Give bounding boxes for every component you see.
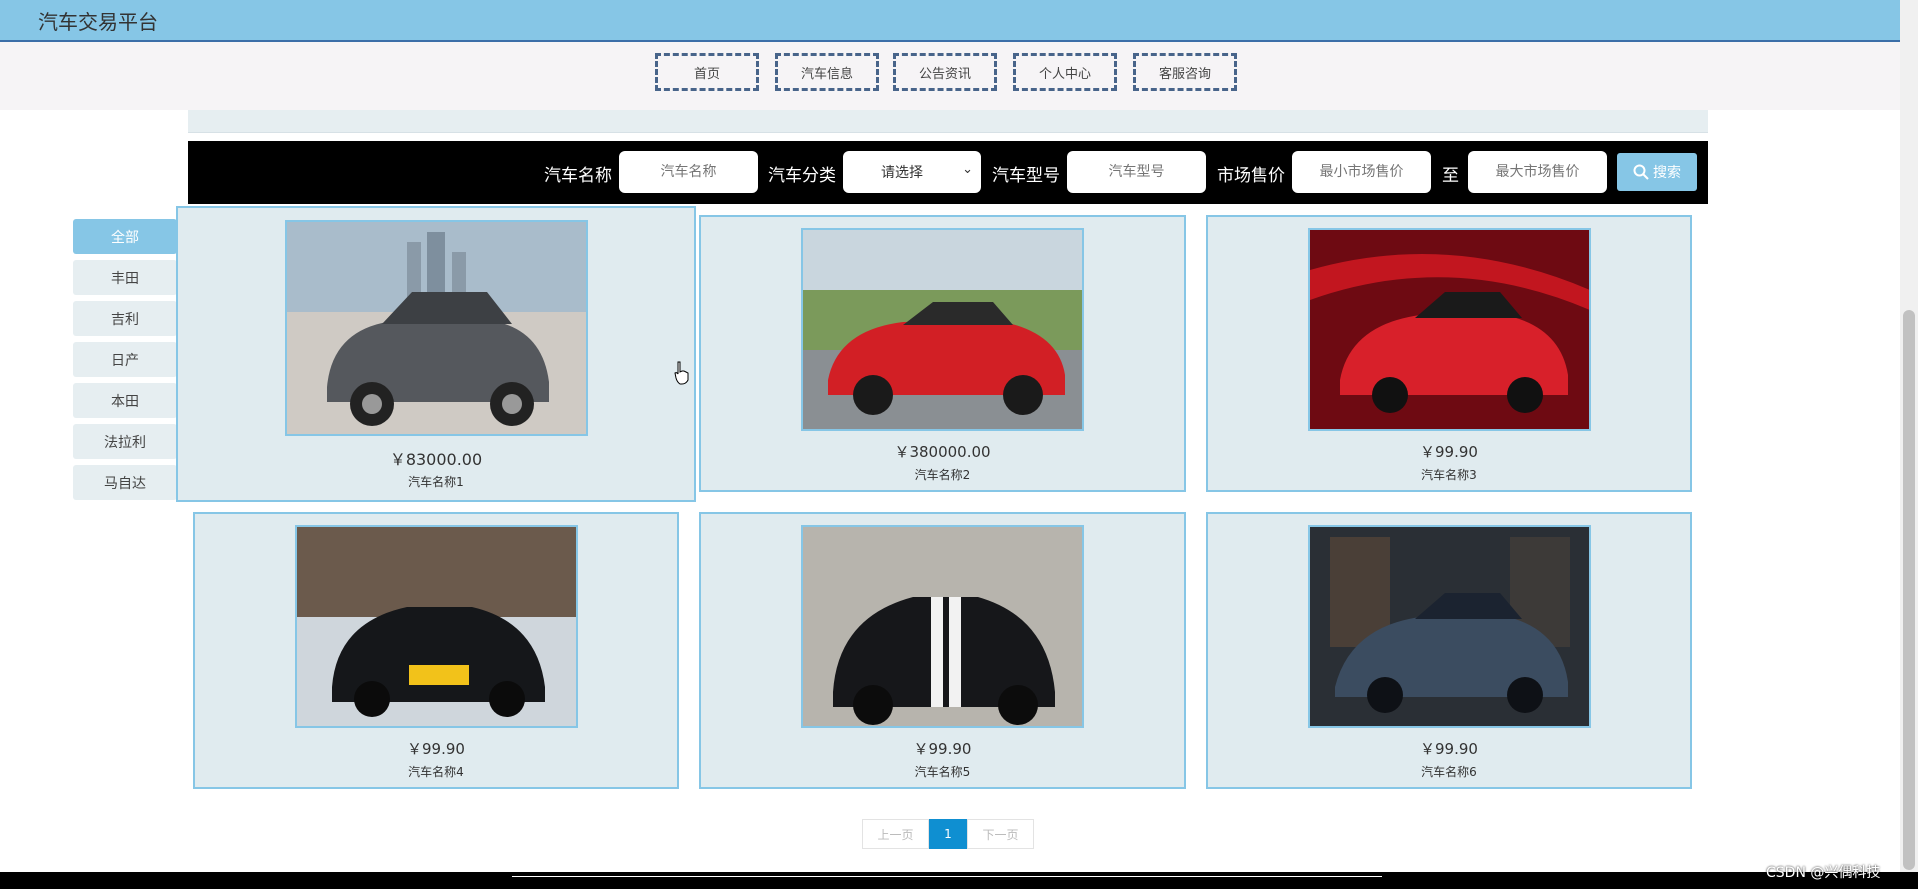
scrollbar-thumb[interactable] bbox=[1903, 310, 1915, 870]
breadcrumb-strip bbox=[188, 110, 1708, 133]
car-image[interactable] bbox=[285, 220, 588, 436]
product-card[interactable]: ￥99.90 汽车名称5 bbox=[699, 512, 1186, 789]
product-name: 汽车名称1 bbox=[408, 475, 464, 489]
product-card[interactable]: ￥99.90 汽车名称6 bbox=[1206, 512, 1692, 789]
product-card[interactable]: ￥380000.00 汽车名称2 bbox=[699, 215, 1186, 492]
product-card[interactable]: ￥99.90 汽车名称4 bbox=[193, 512, 679, 789]
category-honda[interactable]: 本田 bbox=[73, 383, 177, 418]
car-model-label: 汽车型号 bbox=[992, 166, 1060, 186]
product-price: ￥83000.00 bbox=[389, 450, 483, 469]
nav-announcements[interactable]: 公告资讯 bbox=[893, 53, 997, 91]
product-name: 汽车名称5 bbox=[914, 765, 971, 779]
top-bar: 汽车交易平台 bbox=[0, 0, 1918, 42]
category-sidebar: 全部 丰田 吉利 日产 本田 法拉利 马自达 bbox=[73, 219, 177, 506]
footer-divider bbox=[512, 876, 1382, 877]
car-image[interactable] bbox=[295, 525, 578, 728]
product-price: ￥99.90 bbox=[407, 740, 465, 758]
search-button[interactable]: 搜索 bbox=[1617, 153, 1697, 191]
product-name: 汽车名称2 bbox=[914, 468, 971, 482]
product-card[interactable]: ￥83000.00 汽车名称1 bbox=[176, 206, 696, 502]
product-price: ￥99.90 bbox=[913, 740, 972, 758]
car-model-input[interactable] bbox=[1067, 151, 1206, 193]
min-price-input[interactable] bbox=[1292, 151, 1431, 193]
footer bbox=[0, 872, 1918, 889]
chevron-down-icon: ⌄ bbox=[962, 162, 973, 177]
nav-customer-service[interactable]: 客服咨询 bbox=[1133, 53, 1237, 91]
category-ferrari[interactable]: 法拉利 bbox=[73, 424, 177, 459]
app-title: 汽车交易平台 bbox=[38, 10, 158, 34]
nav-car-info[interactable]: 汽车信息 bbox=[775, 53, 879, 91]
product-price: ￥380000.00 bbox=[894, 443, 991, 461]
search-button-label: 搜索 bbox=[1653, 165, 1681, 181]
car-category-select[interactable]: 请选择 ⌄ bbox=[843, 151, 981, 193]
watermark-text: CSDN @兴偶科技 bbox=[1766, 865, 1881, 881]
category-all[interactable]: 全部 bbox=[73, 219, 177, 254]
car-image[interactable] bbox=[1308, 525, 1591, 728]
search-bar: 汽车名称 汽车分类 请选择 ⌄ 汽车型号 市场售价 至 搜索 bbox=[188, 141, 1708, 204]
search-icon bbox=[1633, 164, 1649, 180]
category-geely[interactable]: 吉利 bbox=[73, 301, 177, 336]
car-image[interactable] bbox=[801, 228, 1084, 431]
category-toyota[interactable]: 丰田 bbox=[73, 260, 177, 295]
max-price-input[interactable] bbox=[1468, 151, 1607, 193]
category-nissan[interactable]: 日产 bbox=[73, 342, 177, 377]
product-name: 汽车名称6 bbox=[1421, 765, 1477, 779]
car-image[interactable] bbox=[801, 525, 1084, 728]
category-mazda[interactable]: 马自达 bbox=[73, 465, 177, 500]
mouse-cursor-icon bbox=[674, 361, 689, 385]
product-card[interactable]: ￥99.90 汽车名称3 bbox=[1206, 215, 1692, 492]
nav-personal-center[interactable]: 个人中心 bbox=[1013, 53, 1117, 91]
nav-home[interactable]: 首页 bbox=[655, 53, 759, 91]
prev-page-button[interactable]: 上一页 bbox=[862, 819, 929, 849]
car-category-label: 汽车分类 bbox=[768, 166, 836, 186]
product-name: 汽车名称3 bbox=[1421, 468, 1477, 482]
price-to-label: 至 bbox=[1442, 166, 1459, 186]
page-scrollbar[interactable] bbox=[1900, 0, 1918, 889]
product-price: ￥99.90 bbox=[1420, 443, 1478, 461]
product-name: 汽车名称4 bbox=[408, 765, 464, 779]
page-number-button[interactable]: 1 bbox=[929, 819, 967, 849]
car-category-value: 请选择 bbox=[881, 165, 923, 181]
car-name-input[interactable] bbox=[619, 151, 758, 193]
car-image[interactable] bbox=[1308, 228, 1591, 431]
nav-bar: 首页 汽车信息 公告资讯 个人中心 客服咨询 bbox=[0, 42, 1900, 110]
product-price: ￥99.90 bbox=[1420, 740, 1478, 758]
car-name-label: 汽车名称 bbox=[544, 166, 612, 186]
next-page-button[interactable]: 下一页 bbox=[967, 819, 1034, 849]
market-price-label: 市场售价 bbox=[1217, 166, 1285, 186]
